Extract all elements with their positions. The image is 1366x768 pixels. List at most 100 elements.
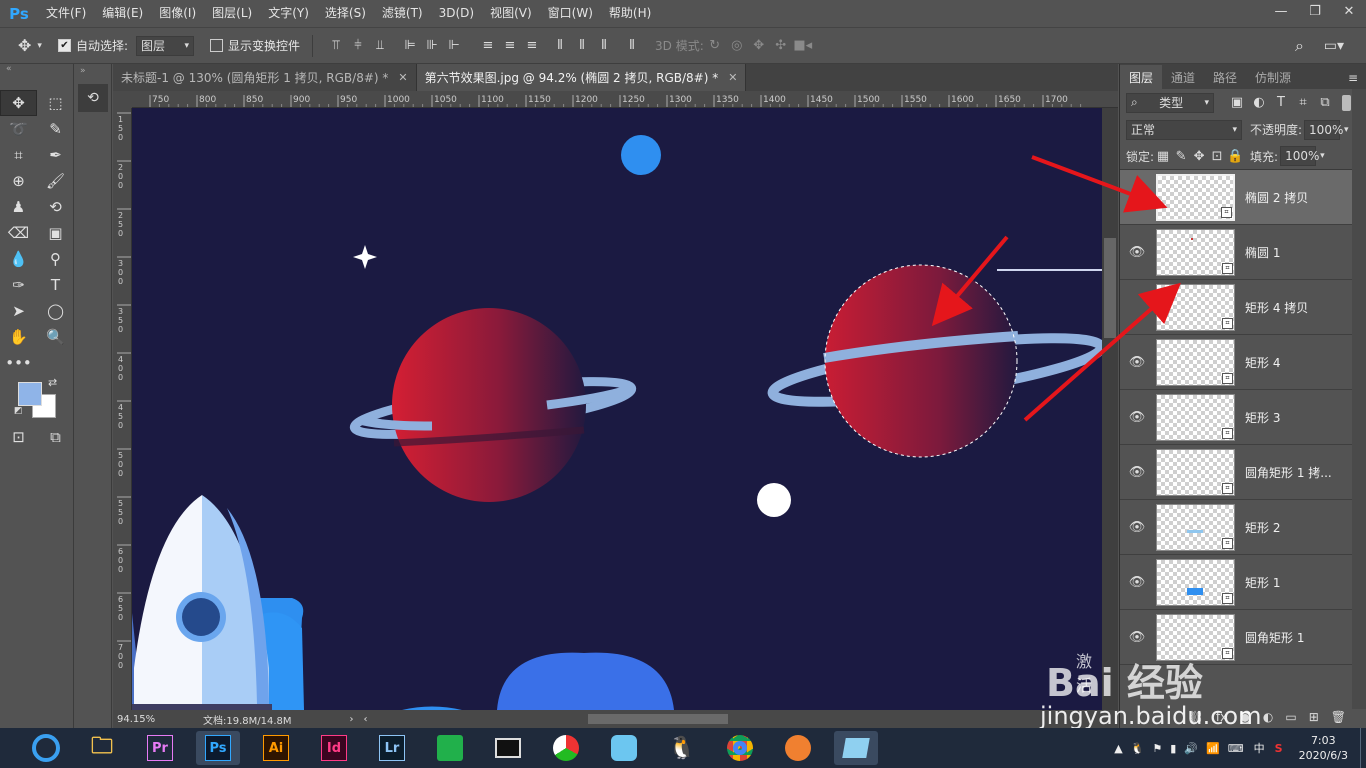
tray-up-icon[interactable]: ▲ — [1114, 742, 1122, 755]
move-tool-icon[interactable]: ✥ — [18, 36, 31, 55]
lock-position-icon[interactable]: ✥ — [1190, 149, 1208, 164]
sogou-icon[interactable]: S — [1275, 742, 1283, 755]
gradient-tool-icon[interactable]: ▣ — [37, 220, 74, 246]
quick-mask-icon[interactable]: ⊡ — [0, 424, 37, 450]
status-arrow-icon[interactable]: › — [350, 714, 354, 725]
minimize-button[interactable]: — — [1264, 0, 1298, 22]
photoshop-taskbar-icon[interactable]: Ps — [196, 731, 240, 765]
align-hcenter-icon[interactable]: ⊪ — [421, 38, 443, 53]
layer-name[interactable]: 矩形 2 — [1245, 519, 1280, 536]
scale-3d-icon[interactable]: ■◂ — [792, 38, 814, 53]
adjustment-filter-icon[interactable]: ◐ — [1248, 95, 1270, 110]
image-filter-icon[interactable]: ▣ — [1226, 95, 1248, 110]
distribute-right-icon[interactable]: ⦀ — [593, 38, 615, 53]
distribute-hcenter-icon[interactable]: ⦀ — [571, 38, 593, 53]
menu-image[interactable]: 图像(I) — [151, 0, 204, 27]
scroll-thumb[interactable] — [1104, 238, 1116, 338]
layer-name[interactable]: 椭圆 1 — [1245, 244, 1280, 261]
orange-app-icon[interactable] — [776, 731, 820, 765]
layer-name[interactable]: 矩形 1 — [1245, 574, 1280, 591]
group-icon[interactable]: ▭ — [1285, 710, 1296, 724]
align-bottom-icon[interactable]: ⫫ — [369, 38, 391, 53]
healing-brush-icon[interactable]: ⊕ — [0, 168, 37, 194]
blend-mode-dropdown[interactable]: 正常 ▾ — [1126, 119, 1242, 140]
visibility-eye-icon[interactable]: 👁 — [1120, 630, 1154, 645]
lock-artboard-icon[interactable]: ⊡ — [1208, 149, 1226, 164]
align-top-icon[interactable]: ⫪ — [325, 38, 347, 53]
layer-row[interactable]: 👁 ⌗ 圆角矩形 1 拷... — [1120, 445, 1366, 500]
tab-effect-image[interactable]: 第六节效果图.jpg @ 94.2% (椭圆 2 拷贝, RGB/8#) * ✕ — [416, 64, 747, 91]
menu-select[interactable]: 选择(S) — [317, 0, 374, 27]
chrome-icon[interactable] — [718, 731, 762, 765]
visibility-eye-icon[interactable]: 👁 — [1120, 190, 1154, 205]
toolbar-collapse[interactable]: « — [0, 64, 73, 90]
layer-name[interactable]: 矩形 4 拷贝 — [1245, 299, 1308, 316]
layer-row[interactable]: 👁 ⌗ 矩形 4 — [1120, 335, 1366, 390]
battery-icon[interactable]: ▮ — [1170, 742, 1176, 755]
menu-edit[interactable]: 编辑(E) — [94, 0, 151, 27]
layer-row[interactable]: 👁 ⌗ 圆角矩形 1 — [1120, 610, 1366, 665]
search-icon[interactable]: ⌕ — [1295, 36, 1304, 56]
auto-align-icon[interactable]: ⫴ — [621, 38, 643, 53]
screen-mode-icon[interactable]: ⧉ — [37, 424, 74, 450]
panel-collapse-icon[interactable]: » — [74, 64, 111, 78]
layer-row[interactable]: 👁 ⌗ 椭圆 2 拷贝 — [1120, 170, 1366, 225]
swap-colors-icon[interactable]: ⇄ — [48, 376, 57, 389]
restore-button[interactable]: ❐ — [1298, 0, 1332, 22]
volume-icon[interactable]: 🔊 — [1184, 742, 1198, 755]
premiere-icon[interactable]: Pr — [138, 731, 182, 765]
path-select-tool-icon[interactable]: ➤ — [0, 298, 37, 324]
chevron-down-icon[interactable]: ▾ — [1344, 125, 1349, 135]
lock-image-icon[interactable]: ✎ — [1172, 149, 1190, 164]
foreground-color-swatch[interactable] — [18, 382, 42, 406]
lock-all-icon[interactable]: 🔒 — [1226, 149, 1244, 164]
marquee-tool-icon[interactable]: ⬚ — [37, 90, 74, 116]
tab-channels[interactable]: 通道 — [1162, 65, 1204, 89]
visibility-eye-icon[interactable]: 👁 — [1120, 410, 1154, 425]
lasso-tool-icon[interactable]: ➰ — [0, 116, 37, 142]
distribute-bottom-icon[interactable]: ≡ — [521, 38, 543, 53]
close-button[interactable]: ✕ — [1332, 0, 1366, 22]
rotate-3d-icon[interactable]: ↻ — [704, 38, 726, 53]
layer-name[interactable]: 圆角矩形 1 拷... — [1245, 464, 1332, 481]
chevron-down-icon[interactable]: ▾ — [37, 41, 42, 51]
browser-360-icon[interactable] — [26, 731, 66, 765]
link-layers-icon[interactable]: ⛓ — [1189, 710, 1204, 724]
adjustment-layer-icon[interactable]: ◐ — [1263, 710, 1273, 724]
qq-tray-icon[interactable]: 🐧 — [1131, 742, 1145, 755]
kind-filter-dropdown[interactable]: ⌕ 类型 ▾ — [1126, 92, 1214, 113]
default-colors-icon[interactable]: ◩ — [14, 406, 23, 416]
align-vcenter-icon[interactable]: ⫩ — [347, 38, 369, 53]
ellipse-tool-icon[interactable]: ◯ — [37, 298, 74, 324]
stamp-tool-icon[interactable]: ♟ — [0, 194, 37, 220]
keyboard-icon[interactable]: ⌨ — [1228, 742, 1244, 755]
layer-name[interactable]: 椭圆 2 拷贝 — [1245, 189, 1308, 206]
layer-style-icon[interactable]: fx — [1216, 710, 1227, 724]
transform-controls-checkbox[interactable] — [209, 39, 223, 52]
crop-tool-icon[interactable]: ⌗ — [0, 142, 37, 168]
eyedropper-tool-icon[interactable]: ✒ — [37, 142, 74, 168]
dodge-tool-icon[interactable]: ⚲ — [37, 246, 74, 272]
more-tools-icon[interactable]: ••• — [0, 350, 37, 376]
roll-3d-icon[interactable]: ◎ — [726, 38, 748, 53]
blue-window-icon[interactable] — [834, 731, 878, 765]
layer-row[interactable]: ⌗ 矩形 4 拷贝 — [1120, 280, 1366, 335]
opacity-input[interactable]: 100% — [1304, 119, 1343, 140]
red-green-app-icon[interactable] — [544, 731, 588, 765]
ime-indicator[interactable]: 中 — [1254, 740, 1265, 756]
tab-paths[interactable]: 路径 — [1204, 65, 1246, 89]
qq-icon[interactable]: 🐧 — [660, 731, 704, 765]
slide-3d-icon[interactable]: ✣ — [770, 38, 792, 53]
auto-select-checkbox[interactable]: ✔ — [57, 39, 71, 52]
hand-tool-icon[interactable]: ✋ — [0, 324, 37, 350]
menu-3d[interactable]: 3D(D) — [431, 0, 482, 27]
layers-scrollbar[interactable] — [1352, 89, 1366, 709]
quick-select-tool-icon[interactable]: ✎ — [37, 116, 74, 142]
document-canvas[interactable] — [132, 108, 1102, 710]
layer-row[interactable]: 👁 ⌗ 椭圆 1 — [1120, 225, 1366, 280]
clock[interactable]: 7:03 2020/6/3 — [1299, 733, 1348, 763]
distribute-left-icon[interactable]: ⦀ — [549, 38, 571, 53]
indesign-icon[interactable]: Id — [312, 731, 356, 765]
network-icon[interactable]: 📶 — [1206, 742, 1220, 755]
smart-object-filter-icon[interactable]: ⧉ — [1314, 95, 1336, 110]
